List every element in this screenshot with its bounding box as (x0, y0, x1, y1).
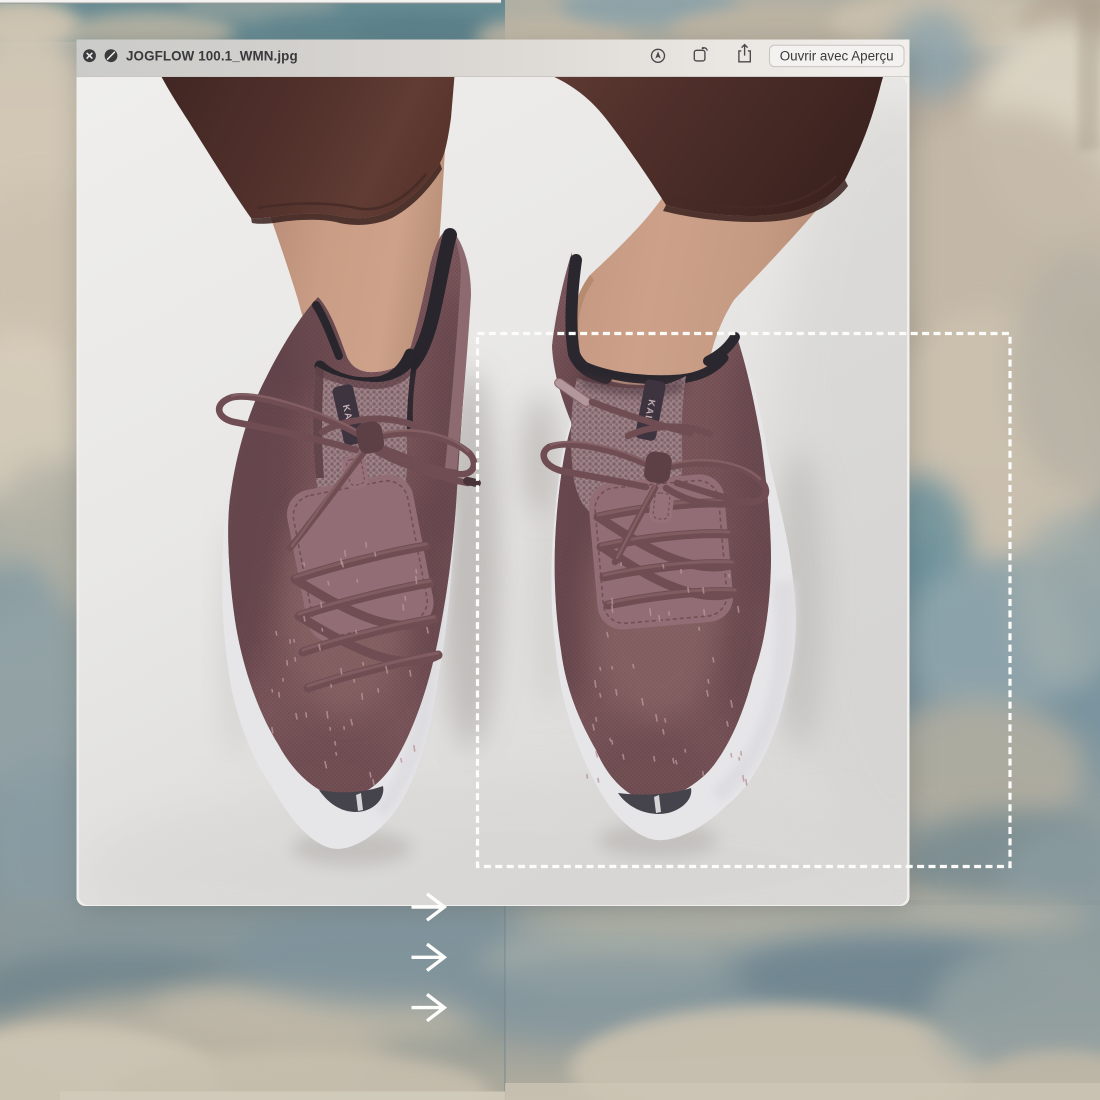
svg-text:Ouvrir avec Aperçu: Ouvrir avec Aperçu (780, 49, 894, 64)
svg-text:JOGFLOW 100.1_WMN.jpg: JOGFLOW 100.1_WMN.jpg (126, 48, 298, 63)
